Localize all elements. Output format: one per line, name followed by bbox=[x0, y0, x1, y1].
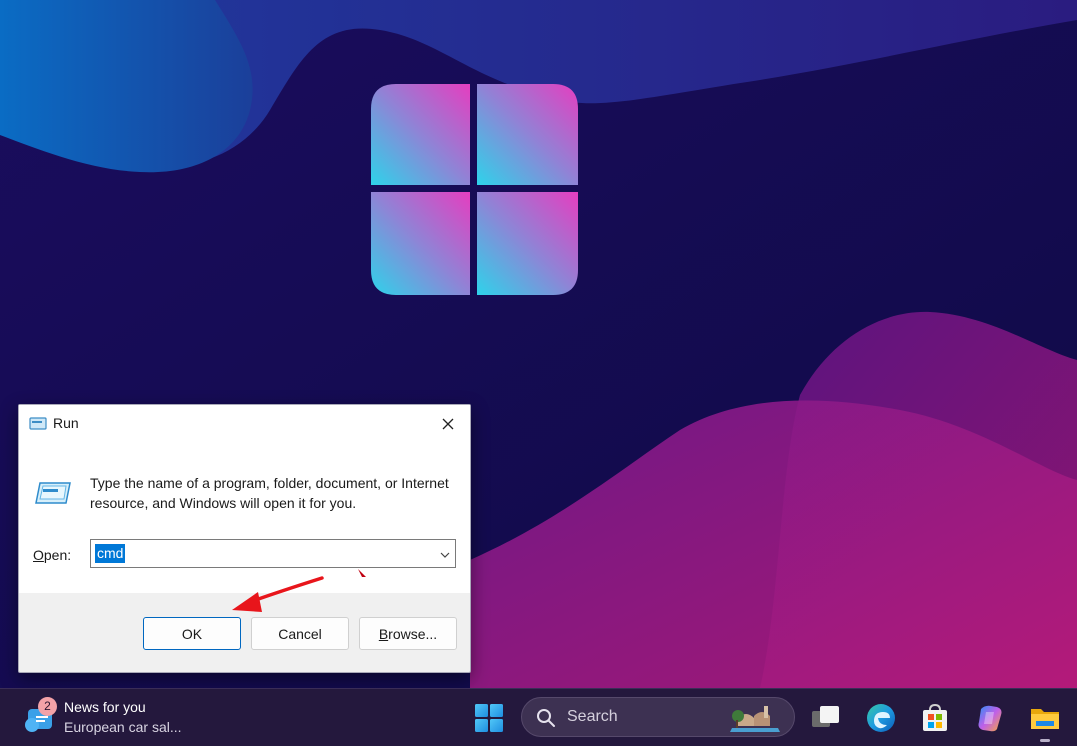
ok-button[interactable]: OK bbox=[143, 617, 241, 650]
search-placeholder: Search bbox=[567, 708, 618, 725]
news-title: News for you bbox=[64, 699, 146, 715]
copilot-icon bbox=[978, 705, 1002, 732]
search-icon bbox=[536, 708, 556, 733]
run-dialog: Run Type the name of a program, folder, … bbox=[18, 404, 471, 673]
close-icon bbox=[442, 418, 454, 430]
run-description: Type the name of a program, folder, docu… bbox=[90, 475, 449, 511]
run-large-icon bbox=[34, 480, 72, 511]
run-content: Type the name of a program, folder, docu… bbox=[19, 443, 470, 593]
news-widget[interactable]: 2 News for you European car sal... bbox=[22, 697, 222, 741]
close-button[interactable] bbox=[426, 405, 470, 443]
task-view-button[interactable] bbox=[809, 701, 843, 735]
run-titlebar[interactable]: Run bbox=[19, 405, 470, 443]
taskbar-search[interactable]: Search bbox=[521, 697, 795, 737]
combo-dropdown-button[interactable] bbox=[439, 548, 451, 560]
browse-button[interactable]: Browse... bbox=[359, 617, 457, 650]
run-icon bbox=[29, 417, 47, 436]
microsoft-store-icon bbox=[923, 703, 947, 731]
news-subtitle: European car sal... bbox=[64, 719, 182, 735]
file-explorer-button[interactable] bbox=[1028, 701, 1062, 735]
news-badge: 2 bbox=[38, 697, 57, 716]
task-view-icon bbox=[812, 706, 839, 727]
open-label: Open: bbox=[33, 547, 72, 563]
taskbar: 2 News for you European car sal... Searc bbox=[0, 688, 1077, 746]
open-combobox[interactable]: cmd bbox=[90, 539, 456, 568]
copilot-button[interactable] bbox=[973, 701, 1007, 735]
run-title: Run bbox=[53, 415, 79, 431]
cancel-button[interactable]: Cancel bbox=[251, 617, 349, 650]
start-button[interactable] bbox=[472, 701, 506, 735]
file-explorer-icon bbox=[1031, 709, 1059, 729]
explorer-running-indicator bbox=[1040, 739, 1050, 742]
open-input-value[interactable]: cmd bbox=[95, 544, 126, 563]
edge-button[interactable] bbox=[864, 701, 898, 735]
store-button[interactable] bbox=[918, 701, 952, 735]
windows-start-icon bbox=[475, 704, 503, 732]
search-highlight-icon bbox=[728, 702, 784, 739]
edge-browser-icon bbox=[867, 704, 895, 732]
chevron-down-icon bbox=[440, 552, 450, 558]
